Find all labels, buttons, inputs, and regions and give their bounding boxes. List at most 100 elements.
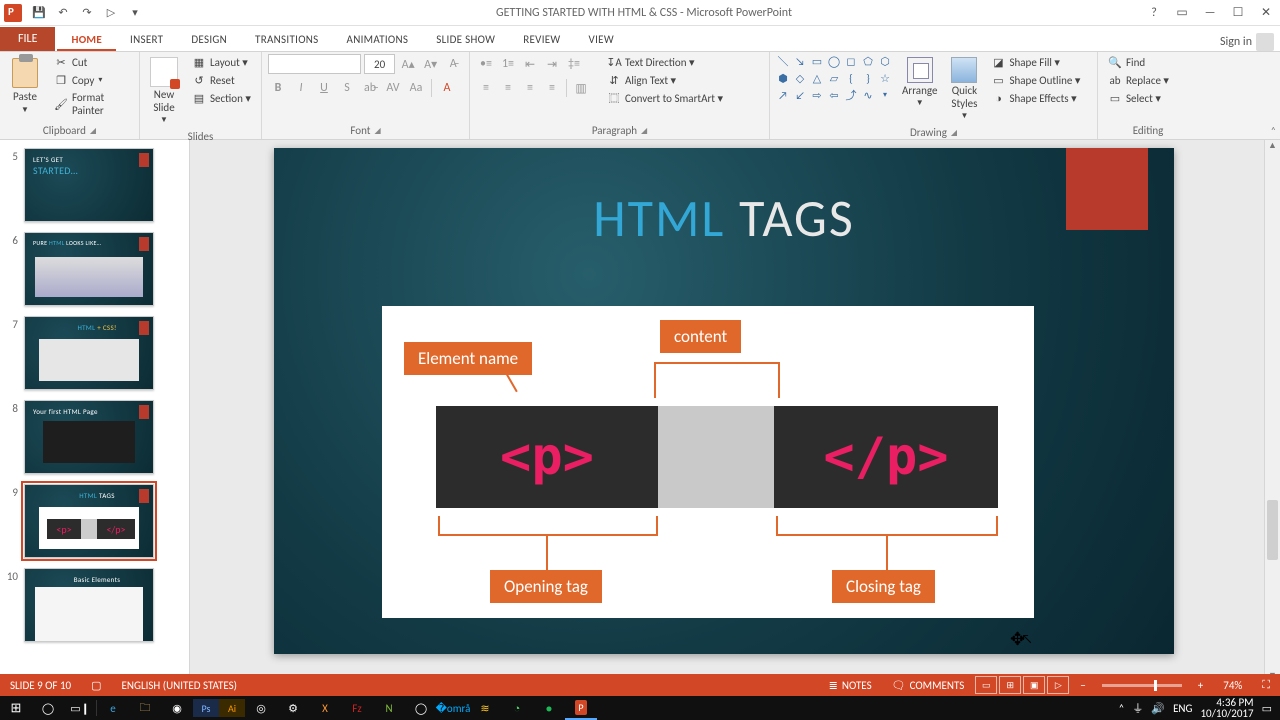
tab-review[interactable]: REVIEW [509, 28, 574, 51]
underline-button[interactable]: U [314, 78, 334, 98]
convert-smartart-button[interactable]: ⿴Convert to SmartArt ▾ [603, 90, 727, 106]
tab-design[interactable]: DESIGN [177, 28, 241, 51]
current-slide[interactable]: HTML TAGS Element name content Opening t… [274, 148, 1174, 654]
status-slide-counter[interactable]: SLIDE 9 OF 10 [0, 674, 81, 696]
layout-button[interactable]: ▦Layout ▾ [188, 54, 255, 70]
status-comments[interactable]: 🗨 COMMENTS [882, 674, 975, 696]
taskbar-edge[interactable]: e [97, 696, 129, 720]
taskbar-explorer[interactable]: 🗀 [129, 696, 161, 720]
justify[interactable]: ≡ [542, 78, 562, 98]
help-button[interactable]: ? [1140, 2, 1168, 24]
tab-insert[interactable]: INSERT [116, 28, 177, 51]
section-button[interactable]: ▤Section ▾ [188, 90, 255, 106]
new-slide-button[interactable]: New Slide▼ [146, 54, 182, 128]
thumb-slide-9[interactable]: HTML TAGS <p> </p> [24, 484, 154, 558]
taskbar-spotify[interactable]: ● [533, 696, 565, 720]
shape-outline-button[interactable]: ▭Shape Outline ▾ [987, 72, 1084, 88]
status-spellcheck[interactable]: ▢ [81, 674, 111, 696]
taskbar-notepadpp[interactable]: N [373, 696, 405, 720]
tab-home[interactable]: HOME [57, 28, 116, 51]
taskbar-filezilla[interactable]: Fz [341, 696, 373, 720]
bullets-button[interactable]: •≡ [476, 54, 496, 74]
align-right[interactable]: ≡ [520, 78, 540, 98]
qat-customize[interactable]: ▾ [124, 2, 146, 24]
font-family-combo[interactable] [268, 54, 361, 74]
view-normal[interactable]: ▭ [975, 676, 997, 694]
zoom-slider[interactable] [1102, 684, 1182, 687]
strikethrough-button[interactable]: ab̶ [360, 78, 380, 98]
align-center[interactable]: ≡ [498, 78, 518, 98]
align-text-button[interactable]: ⇵Align Text ▾ [603, 72, 727, 88]
collapse-ribbon[interactable]: ˄ [1271, 124, 1276, 137]
taskbar-powerpoint[interactable]: P [565, 696, 597, 720]
taskbar-obs[interactable]: ◯ [405, 696, 437, 720]
paste-button[interactable]: Paste▼ [6, 54, 44, 122]
shape-fill-button[interactable]: ◪Shape Fill ▾ [987, 54, 1084, 70]
task-view-button[interactable]: ▭❙ [64, 696, 96, 720]
vertical-scrollbar[interactable]: ▲ ▼ [1264, 140, 1280, 684]
taskbar-chrome[interactable]: ◉ [161, 696, 193, 720]
slide-editor[interactable]: HTML TAGS Element name content Opening t… [190, 140, 1280, 684]
tray-show-hidden[interactable]: ˄ [1118, 702, 1124, 715]
tray-network-icon[interactable]: ⏚ [1132, 700, 1143, 716]
taskbar-xampp[interactable]: X [309, 696, 341, 720]
window-minimize[interactable]: — [1196, 2, 1224, 24]
taskbar-photoshop[interactable]: Ps [193, 699, 219, 717]
cut-button[interactable]: ✂Cut [50, 54, 133, 70]
tray-language[interactable]: ENG [1173, 702, 1192, 715]
change-case-button[interactable]: Aa [406, 78, 426, 98]
tray-volume-icon[interactable]: 🔊 [1151, 702, 1165, 715]
shadow-button[interactable]: S [337, 78, 357, 98]
arrange-button[interactable]: Arrange▼ [898, 54, 941, 124]
tab-file[interactable]: FILE [0, 27, 55, 51]
thumb-slide-7[interactable]: HTML + CSS! [24, 316, 154, 390]
tray-clock[interactable]: 4:36 PM10/10/2017 [1200, 697, 1253, 719]
taskbar-sublime[interactable]: ≋ [469, 696, 501, 720]
zoom-out[interactable]: − [1070, 674, 1095, 696]
window-close[interactable]: ✕ [1252, 2, 1280, 24]
taskbar-illustrator[interactable]: Ai [219, 699, 245, 717]
qat-save[interactable]: 💾 [28, 2, 50, 24]
decrease-indent[interactable]: ⇤ [520, 54, 540, 74]
qat-start-from-beginning[interactable]: ▷ [100, 2, 122, 24]
increase-font-size[interactable]: A▴ [398, 54, 418, 74]
tray-notifications[interactable]: ▭ [1262, 702, 1272, 715]
drawing-dialog-launcher[interactable]: ◢ [951, 128, 957, 138]
quick-styles-button[interactable]: Quick Styles▼ [947, 54, 981, 124]
scroll-up[interactable]: ▲ [1265, 140, 1280, 154]
taskbar-vscode[interactable]: �områ [437, 696, 469, 720]
thumb-slide-8[interactable]: Your first HTML Page [24, 400, 154, 474]
align-left[interactable]: ≡ [476, 78, 496, 98]
shapes-gallery[interactable]: ＼↘▭◯◻⬠⬡ ⬢◇△▱{}☆ ↗↙⇨⇦⤴∿▾ [776, 54, 892, 124]
font-dialog-launcher[interactable]: ◢ [374, 126, 380, 136]
italic-button[interactable]: I [291, 78, 311, 98]
zoom-in[interactable]: + [1188, 674, 1213, 696]
zoom-percent[interactable]: 74% [1213, 674, 1252, 696]
diagram[interactable]: Element name content Opening tag Closing… [382, 306, 1034, 618]
thumb-slide-5[interactable]: LET'S GETSTARTED… [24, 148, 154, 222]
view-reading[interactable]: ▣ [1023, 676, 1045, 694]
scroll-thumb[interactable] [1267, 500, 1278, 560]
format-painter-button[interactable]: 🖌Format Painter [50, 90, 133, 118]
clipboard-dialog-launcher[interactable]: ◢ [90, 126, 96, 136]
clear-formatting[interactable]: A̶ [443, 54, 463, 74]
tab-view[interactable]: VIEW [575, 28, 628, 51]
thumb-slide-10[interactable]: Basic Elements [24, 568, 154, 642]
paragraph-dialog-launcher[interactable]: ◢ [641, 126, 647, 136]
line-spacing-button[interactable]: ‡≡ [564, 54, 584, 74]
font-size-combo[interactable]: 20 [364, 54, 395, 74]
thumb-slide-6[interactable]: PURE HTML LOOKS LIKE… [24, 232, 154, 306]
tab-transitions[interactable]: TRANSITIONS [241, 28, 333, 51]
shape-effects-button[interactable]: ◑Shape Effects ▾ [987, 90, 1084, 106]
select-button[interactable]: ▭Select ▾ [1104, 90, 1192, 106]
tab-animations[interactable]: ANIMATIONS [333, 28, 423, 51]
fit-to-window[interactable]: ⛶ [1252, 674, 1280, 696]
char-spacing-button[interactable]: AV [383, 78, 403, 98]
decrease-font-size[interactable]: A▾ [421, 54, 441, 74]
taskbar-line[interactable]: ◔ [501, 696, 533, 720]
columns-button[interactable]: ▥ [571, 78, 591, 98]
start-button[interactable]: ⊞ [0, 696, 32, 720]
find-button[interactable]: 🔍Find [1104, 54, 1192, 70]
taskbar-steam[interactable]: ◎ [245, 696, 277, 720]
replace-button[interactable]: abReplace ▾ [1104, 72, 1192, 88]
